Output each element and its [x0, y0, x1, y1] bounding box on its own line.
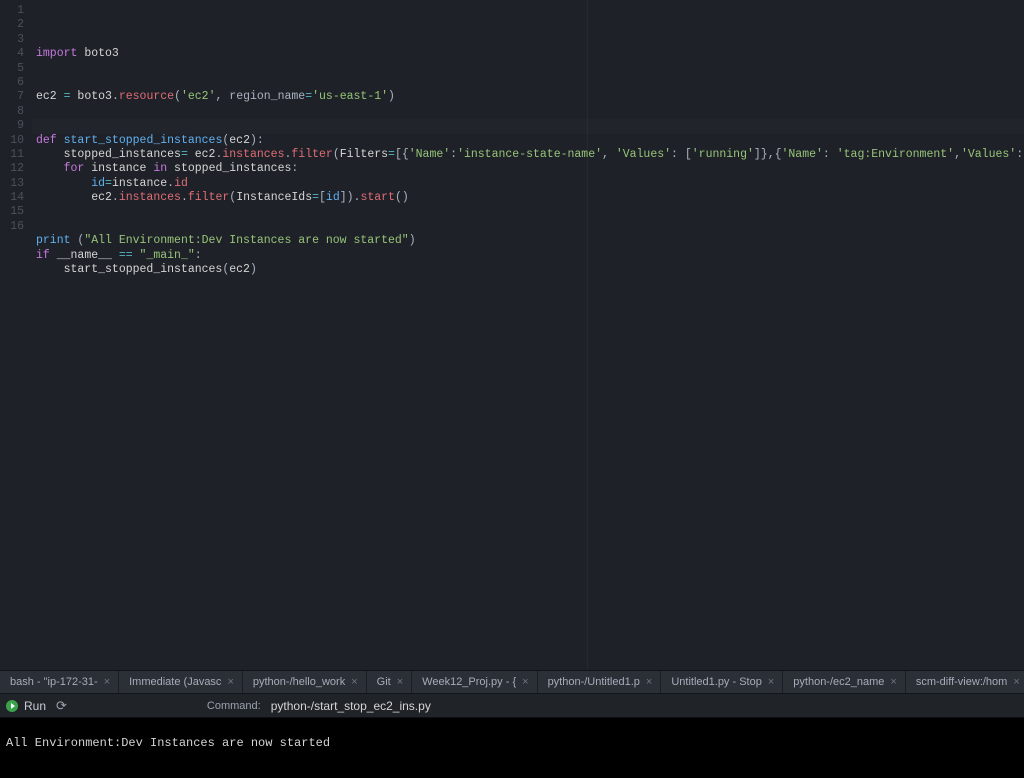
- code-line[interactable]: def start_stopped_instances(ec2):: [32, 134, 1024, 148]
- code-line[interactable]: [32, 76, 1024, 90]
- close-icon[interactable]: ×: [1013, 677, 1019, 688]
- command-label: Command:: [207, 700, 261, 712]
- close-icon[interactable]: ×: [227, 677, 233, 688]
- tab-label: bash - "ip-172-31-: [10, 676, 98, 688]
- reload-icon[interactable]: ⟳: [56, 699, 67, 712]
- line-number: 14: [0, 191, 32, 205]
- terminal-tab[interactable]: Week12_Proj.py - { ×: [412, 671, 537, 693]
- play-icon: [6, 700, 18, 712]
- line-number: 4: [0, 47, 32, 61]
- line-number: 12: [0, 162, 32, 176]
- line-number: 13: [0, 177, 32, 191]
- close-icon[interactable]: ×: [890, 677, 896, 688]
- terminal-tab[interactable]: Immediate (Javasc ×: [119, 671, 243, 693]
- line-number: 15: [0, 205, 32, 219]
- tab-label: Immediate (Javasc: [129, 676, 221, 688]
- terminal-output[interactable]: All Environment:Dev Instances are now st…: [0, 718, 1024, 778]
- code-editor[interactable]: 12345678910111213141516 import boto3ec2 …: [0, 0, 1024, 670]
- terminal-tab-bar[interactable]: bash - "ip-172-31-×Immediate (Javasc×pyt…: [0, 670, 1024, 694]
- line-number: 11: [0, 148, 32, 162]
- code-line[interactable]: start_stopped_instances(ec2): [32, 263, 1024, 277]
- code-line[interactable]: ec2 = boto3.resource('ec2', region_name=…: [32, 90, 1024, 104]
- terminal-tab[interactable]: python-/ec2_name ×: [783, 671, 906, 693]
- line-number: 16: [0, 220, 32, 234]
- code-line[interactable]: stopped_instances= ec2.instances.filter(…: [32, 148, 1024, 162]
- code-line[interactable]: [32, 105, 1024, 119]
- terminal-tab[interactable]: Untitled1.py - Stop ×: [661, 671, 783, 693]
- close-icon[interactable]: ×: [397, 677, 403, 688]
- code-line[interactable]: if __name__ == "_main_":: [32, 249, 1024, 263]
- code-line[interactable]: ec2.instances.filter(InstanceIds=[id]).s…: [32, 191, 1024, 205]
- command-value: python-/start_stop_ec2_ins.py: [271, 699, 431, 713]
- tab-label: Git: [377, 676, 391, 688]
- code-line[interactable]: import boto3: [32, 47, 1024, 61]
- line-number: 8: [0, 105, 32, 119]
- terminal-tab[interactable]: python-/Untitled1.p ×: [538, 671, 662, 693]
- tab-label: python-/Untitled1.p: [548, 676, 640, 688]
- code-line[interactable]: for instance in stopped_instances:: [32, 162, 1024, 176]
- close-icon[interactable]: ×: [646, 677, 652, 688]
- run-button[interactable]: Run: [6, 699, 46, 713]
- terminal-tab[interactable]: bash - "ip-172-31- ×: [0, 671, 119, 693]
- run-label: Run: [24, 699, 46, 713]
- close-icon[interactable]: ×: [768, 677, 774, 688]
- close-icon[interactable]: ×: [104, 677, 110, 688]
- line-number: 2: [0, 18, 32, 32]
- code-line[interactable]: id=instance.id: [32, 177, 1024, 191]
- tab-label: python-/hello_work: [253, 676, 345, 688]
- line-number: 3: [0, 33, 32, 47]
- line-number: 6: [0, 76, 32, 90]
- terminal-tab[interactable]: scm-diff-view:/hom ×: [906, 671, 1024, 693]
- line-number: 1: [0, 4, 32, 18]
- close-icon[interactable]: ×: [522, 677, 528, 688]
- close-icon[interactable]: ×: [351, 677, 357, 688]
- terminal-tab[interactable]: Git ×: [367, 671, 413, 693]
- line-number: 10: [0, 134, 32, 148]
- terminal-line: All Environment:Dev Instances are now st…: [6, 736, 330, 750]
- line-number: 7: [0, 90, 32, 104]
- code-line[interactable]: [32, 119, 1024, 133]
- run-bar: Run ⟳ Command: python-/start_stop_ec2_in…: [0, 694, 1024, 718]
- line-number: 9: [0, 119, 32, 133]
- code-line[interactable]: print ("All Environment:Dev Instances ar…: [32, 234, 1024, 248]
- tab-label: scm-diff-view:/hom: [916, 676, 1007, 688]
- line-number: 5: [0, 62, 32, 76]
- line-number-gutter: 12345678910111213141516: [0, 0, 32, 670]
- code-line[interactable]: [32, 206, 1024, 220]
- code-content[interactable]: import boto3 ec2 = boto3.resource('ec2', …: [32, 0, 1024, 670]
- tab-label: Week12_Proj.py - {: [422, 676, 516, 688]
- tab-label: python-/ec2_name: [793, 676, 884, 688]
- tab-label: Untitled1.py - Stop: [671, 676, 762, 688]
- code-line[interactable]: [32, 220, 1024, 234]
- terminal-tab[interactable]: python-/hello_work ×: [243, 671, 367, 693]
- code-line[interactable]: [32, 62, 1024, 76]
